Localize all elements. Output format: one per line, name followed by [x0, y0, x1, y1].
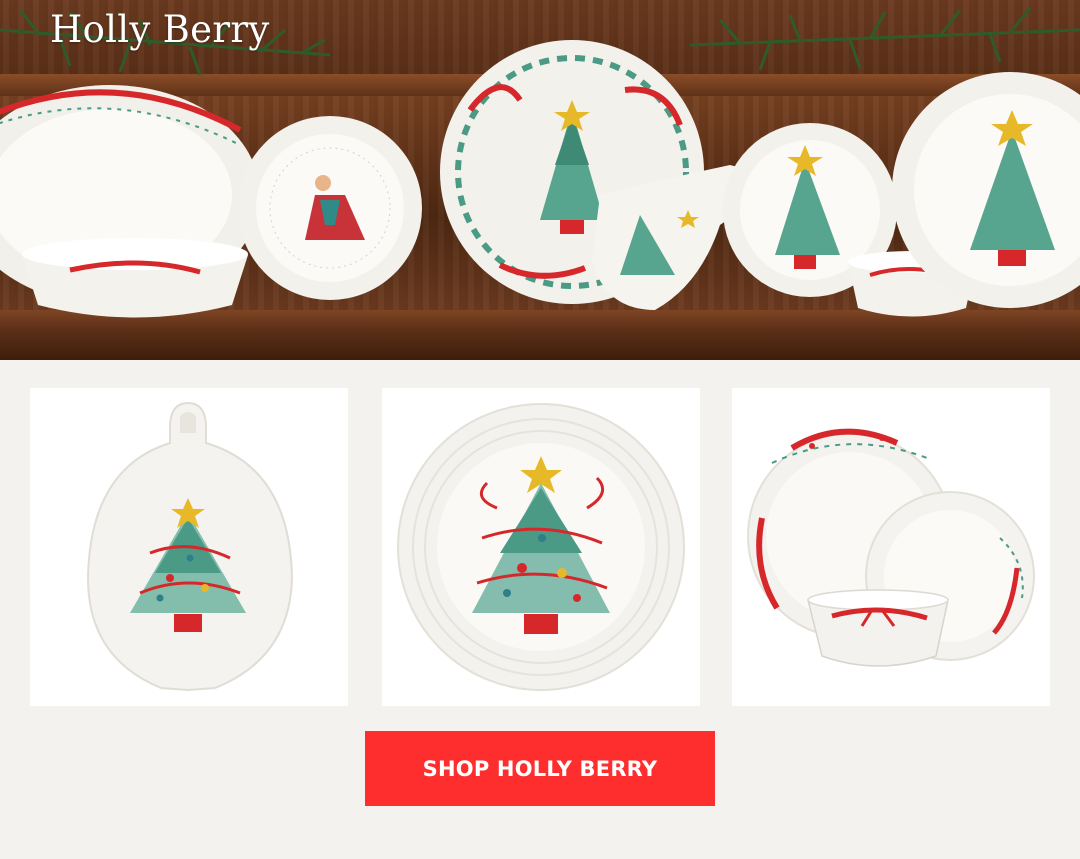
- product-card-tree-salad-plate[interactable]: [382, 388, 700, 706]
- tree-plate-icon: [397, 403, 685, 691]
- collection-title: Holly Berry: [50, 8, 270, 51]
- product-card-ornament-tray[interactable]: [30, 388, 348, 706]
- bowl-left: [22, 238, 248, 318]
- place-setting-icon: [747, 428, 1035, 667]
- hero-dishes-photo: [0, 7, 1080, 318]
- hero-banner: Holly Berry: [0, 0, 1080, 360]
- product-card-place-setting[interactable]: [732, 388, 1050, 706]
- shop-holly-berry-button[interactable]: SHOP HOLLY BERRY: [365, 731, 715, 806]
- dancer-plate: [238, 116, 422, 300]
- pine-branch-right-icon: [689, 7, 1080, 71]
- tree-ornament-tray-icon: [86, 401, 294, 692]
